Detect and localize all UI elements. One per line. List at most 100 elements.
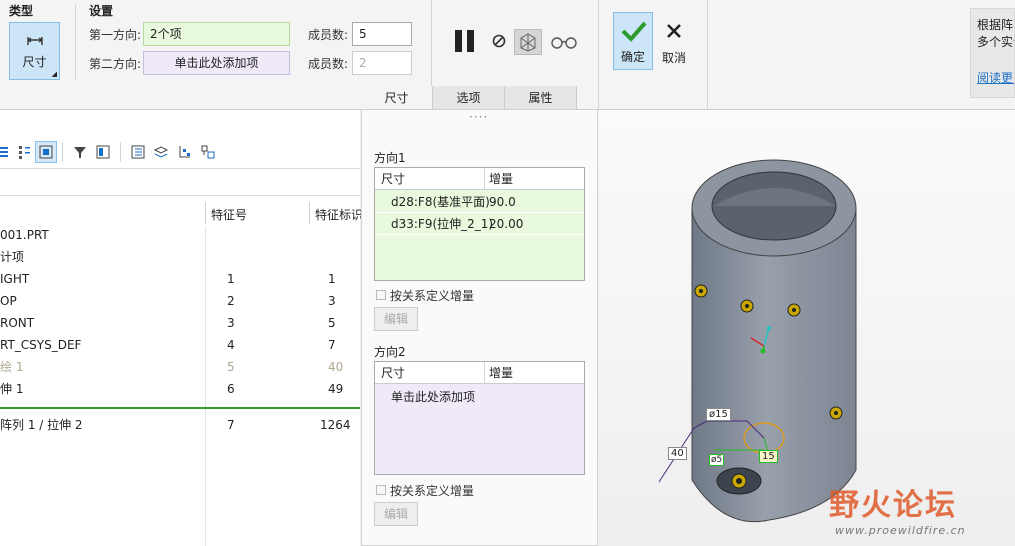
- tree-header: 特征号 特征标识: [0, 200, 363, 226]
- pause-icon[interactable]: [452, 28, 478, 54]
- cancel-button[interactable]: 取消: [657, 12, 691, 70]
- dir2-edit-button[interactable]: 编辑: [374, 502, 418, 526]
- row-dimension: d33:F9(拉伸_2_1): [391, 217, 494, 231]
- tree-row-id: 5: [328, 316, 336, 330]
- ribbon: 类型 尺寸 ◢ 设置 第一方向: 2个项 第二方向: 单击此处添加项 成员数: …: [0, 0, 1015, 110]
- ok-label: 确定: [620, 50, 645, 64]
- row-increment[interactable]: 90.0: [489, 191, 516, 213]
- tree-row-name: 计项: [0, 250, 25, 264]
- hint-box: 根据阵列 多个实例 阅读更多: [970, 8, 1015, 98]
- layer-stack-icon[interactable]: [153, 144, 169, 160]
- tree-row-num: 5: [227, 360, 235, 374]
- dim-diameter-label[interactable]: ø15: [706, 408, 731, 421]
- type-dimension-button[interactable]: 尺寸 ◢: [9, 22, 60, 80]
- checkmark-icon: [621, 21, 647, 42]
- col-dimension: 尺寸: [381, 172, 406, 186]
- dir1-collector[interactable]: 2个项: [143, 22, 290, 46]
- col-feature-id[interactable]: 特征标识: [315, 206, 363, 223]
- settings-table-icon[interactable]: [95, 144, 111, 160]
- direction1-row[interactable]: d33:F9(拉伸_2_1) 20.00: [375, 213, 584, 235]
- glasses-icon[interactable]: [550, 34, 578, 50]
- tree-row-name: 001.PRT: [0, 228, 49, 242]
- tab-properties[interactable]: 属性: [505, 86, 577, 110]
- type-button-label: 尺寸: [22, 54, 47, 69]
- direction2-table[interactable]: 尺寸 增量 单击此处添加项: [374, 361, 585, 475]
- direction1-table-header: 尺寸 增量: [375, 168, 584, 190]
- tree-row-name: 伸 1: [0, 382, 24, 396]
- tree-row-name: OP: [0, 294, 17, 308]
- dir1-edit-button[interactable]: 编辑: [374, 307, 418, 331]
- col-increment: 增量: [489, 366, 514, 380]
- tab-dimensions[interactable]: 尺寸: [361, 86, 433, 110]
- feature-preview-icon: [520, 33, 536, 52]
- corner-arrow-icon: ◢: [51, 70, 57, 78]
- watermark-url: www.proewildfire.cn: [835, 524, 966, 537]
- column-setup-icon[interactable]: [130, 144, 146, 160]
- tree-row-num: 3: [227, 316, 235, 330]
- tree-row-name: IGHT: [0, 272, 30, 286]
- list-view-icon[interactable]: [0, 144, 12, 160]
- cancel-label: 取消: [661, 51, 686, 65]
- dimensions-panel: ···· 方向1 尺寸 增量 d28:F8(基准平面) 90.0 d33:F9(…: [361, 110, 598, 546]
- tree-expand-icon[interactable]: [177, 144, 193, 160]
- tree-row-id: 1264: [320, 418, 351, 432]
- direction2-title: 方向2: [374, 345, 406, 359]
- direction2-placeholder[interactable]: 单击此处添加项: [391, 386, 475, 408]
- tree-row-name: 阵列 1 / 拉伸 2: [0, 418, 83, 432]
- no-preview-icon[interactable]: [492, 34, 506, 48]
- row-increment[interactable]: 20.00: [489, 213, 523, 235]
- tree-filter-icon[interactable]: [72, 144, 88, 160]
- tree-row[interactable]: RT_CSYS_DEF 4 7: [0, 334, 360, 356]
- tree-row-id: 40: [328, 360, 344, 374]
- direction1-row[interactable]: d28:F8(基准平面) 90.0: [375, 191, 584, 213]
- dir2-relation-label: 按关系定义增量: [390, 484, 475, 498]
- panel-tabs: 尺寸 选项 属性: [361, 86, 577, 110]
- tree-row[interactable]: 伸 1 6 49: [0, 378, 360, 400]
- dir1-relation-label: 按关系定义增量: [390, 289, 475, 303]
- col-feature-number[interactable]: 特征号: [211, 206, 247, 223]
- graphics-window[interactable]: ø15 40 15 ø5 野火论坛 www.proewildfire.cn: [599, 110, 1015, 546]
- direction2-table-header: 尺寸 增量: [375, 362, 584, 384]
- tree-row-new-pattern[interactable]: 阵列 1 / 拉伸 2 7 1264: [0, 414, 360, 436]
- dim-40-label[interactable]: 40: [668, 447, 687, 460]
- settings-section-label: 设置: [89, 4, 114, 18]
- tree-row-num: 7: [227, 418, 235, 432]
- dir2-label: 第二方向:: [89, 57, 142, 71]
- tree-row[interactable]: 001.PRT: [0, 224, 360, 246]
- tree-search-bar[interactable]: [0, 168, 360, 196]
- row-dimension: d28:F8(基准平面): [391, 195, 490, 209]
- tree-row[interactable]: IGHT 1 1: [0, 268, 360, 290]
- tab-options[interactable]: 选项: [433, 86, 505, 110]
- dir1-relation-checkbox[interactable]: [376, 290, 386, 300]
- dimension-type-icon: [26, 36, 43, 45]
- tree-collapse-icon[interactable]: [200, 144, 216, 160]
- direction1-table[interactable]: 尺寸 增量 d28:F8(基准平面) 90.0 d33:F9(拉伸_2_1) 2…: [374, 167, 585, 281]
- close-icon: [667, 24, 681, 38]
- feature-preview-button[interactable]: [514, 29, 542, 55]
- tree-row[interactable]: RONT 3 5: [0, 312, 360, 334]
- watermark-logo: 野火论坛: [829, 488, 957, 523]
- tree-columns-icon[interactable]: [16, 144, 32, 160]
- dim-small-label[interactable]: ø5: [709, 454, 725, 466]
- tree-row[interactable]: OP 2 3: [0, 290, 360, 312]
- show-layers-button[interactable]: [35, 141, 57, 163]
- dim-15-label[interactable]: 15: [759, 450, 778, 463]
- tree-row-id: 7: [328, 338, 336, 352]
- tree-row-num: 1: [227, 272, 235, 286]
- tree-row[interactable]: 计项: [0, 246, 360, 268]
- ok-button[interactable]: 确定: [613, 12, 653, 70]
- dir2-relation-checkbox[interactable]: [376, 485, 386, 495]
- hint-line1: 根据阵列: [977, 18, 1014, 32]
- layers-icon: [39, 145, 53, 159]
- hint-line2: 多个实例: [977, 35, 1014, 49]
- tree-row-name: 绘 1: [0, 360, 24, 374]
- type-section-label: 类型: [9, 4, 34, 18]
- tree-row[interactable]: 绘 1 5 40: [0, 356, 360, 378]
- panel-grip[interactable]: ····: [469, 110, 488, 124]
- read-more-link[interactable]: 阅读更多: [977, 70, 1014, 87]
- dir2-collector[interactable]: 单击此处添加项: [143, 51, 290, 75]
- dir1-label: 第一方向:: [89, 28, 142, 42]
- members2-input[interactable]: 2: [352, 51, 412, 75]
- members1-input[interactable]: 5: [352, 22, 412, 46]
- tree-row-id: 1: [328, 272, 336, 286]
